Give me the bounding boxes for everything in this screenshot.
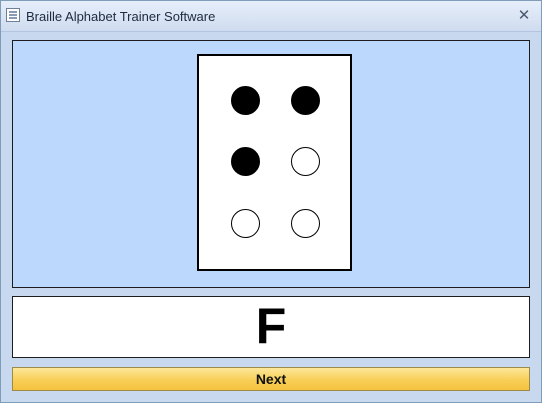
braille-dot-3 (231, 209, 260, 238)
braille-cell (197, 54, 352, 271)
braille-dot-1 (231, 86, 260, 115)
title-bar[interactable]: Braille Alphabet Trainer Software ✕ (1, 1, 541, 32)
window-title: Braille Alphabet Trainer Software (26, 9, 216, 24)
braille-dot-6 (291, 209, 320, 238)
next-button[interactable]: Next (12, 367, 530, 391)
braille-dot-4 (291, 86, 320, 115)
braille-dot-2 (231, 147, 260, 176)
letter-panel: F (12, 296, 530, 358)
app-icon (6, 8, 20, 22)
current-letter: F (255, 298, 287, 354)
close-icon[interactable]: ✕ (515, 6, 533, 24)
braille-panel (12, 40, 530, 288)
braille-dot-5 (291, 147, 320, 176)
app-window: Braille Alphabet Trainer Software ✕ F Ne… (0, 0, 542, 403)
